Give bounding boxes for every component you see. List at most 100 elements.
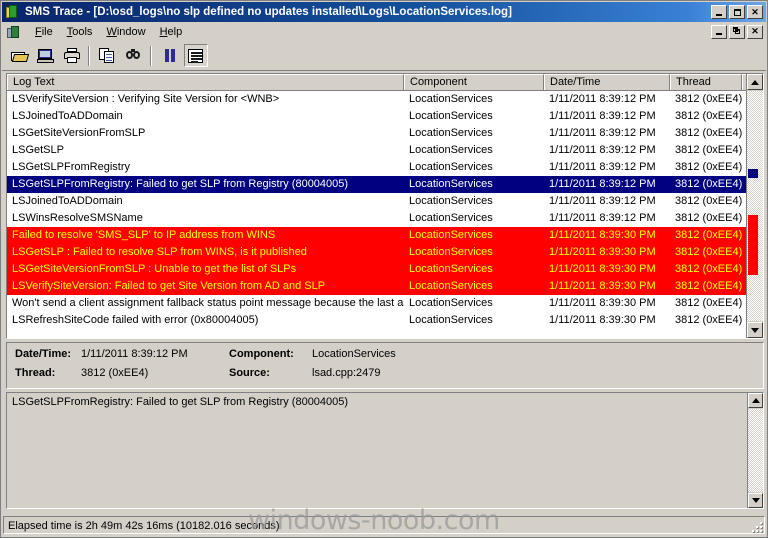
cell-log-text: LSGetSiteVersionFromSLP : Unable to get … (12, 263, 297, 275)
cell-datetime: 1/11/2011 8:39:30 PM (549, 263, 656, 275)
cell-component: LocationServices (409, 212, 493, 224)
detail-panel: Date/Time: 1/11/2011 8:39:12 PM Componen… (6, 342, 764, 389)
cell-thread: 3812 (0xEE4) (675, 246, 742, 258)
binoculars-icon (125, 48, 143, 64)
log-list-scrollbar[interactable] (746, 74, 763, 338)
menu-item-file-label: ile (41, 25, 53, 38)
mdi-minimize-button[interactable] (711, 24, 727, 39)
cell-log-text: Failed to resolve 'SMS_SLP' to IP addres… (12, 229, 276, 241)
toolbar (2, 41, 766, 71)
cell-log-text: LSJoinedToADDomain (12, 110, 123, 122)
message-text: LSGetSLPFromRegistry: Failed to get SLP … (12, 396, 349, 408)
cell-log-text: LSGetSLP : Failed to resolve SLP from WI… (12, 246, 307, 258)
mdi-restore-button[interactable] (729, 24, 745, 39)
menu-item-tools-label: ools (72, 25, 93, 38)
menu-item-window[interactable]: Window (99, 24, 152, 40)
save-disk-icon (37, 48, 55, 64)
table-row[interactable]: LSJoinedToADDomain LocationServices 1/11/2… (7, 108, 763, 125)
message-scroll-up-button[interactable] (748, 393, 763, 408)
cell-thread: 3812 (0xEE4) (675, 110, 742, 122)
table-row[interactable]: LSGetSLPFromRegistry: Failed to get SLP … (7, 176, 763, 193)
find-button[interactable] (122, 44, 146, 67)
status-text: Elapsed time is 2h 49m 42s 16ms (10182.0… (3, 516, 765, 534)
message-scroll-down-button[interactable] (748, 493, 763, 508)
cell-component: LocationServices (409, 161, 493, 173)
table-row[interactable]: Failed to resolve 'SMS_SLP' to IP addres… (7, 227, 763, 244)
mdi-close-button[interactable]: ✕ (747, 24, 763, 39)
cell-log-text: LSRefreshSiteCode failed with error (0x8… (12, 314, 259, 326)
detail-thread-value: 3812 (0xEE4) (81, 367, 149, 379)
scroll-marker-selected (748, 169, 758, 178)
status-bar: Elapsed time is 2h 49m 42s 16ms (10182.0… (3, 515, 765, 535)
open-folder-icon (11, 48, 30, 64)
column-header-component[interactable]: Component (404, 74, 544, 90)
column-header-datetime[interactable]: Date/Time (544, 74, 670, 90)
close-button[interactable]: ✕ (747, 5, 763, 19)
cell-log-text: LSGetSLP (12, 144, 64, 156)
cell-thread: 3812 (0xEE4) (675, 263, 742, 275)
menu-item-help[interactable]: Help (153, 24, 190, 40)
toolbar-separator-1 (88, 45, 90, 66)
cell-component: LocationServices (409, 127, 493, 139)
print-button[interactable] (60, 44, 84, 67)
cell-component: LocationServices (409, 297, 493, 309)
window-title: SMS Trace - [D:\osd_logs\no slp defined … (25, 6, 512, 18)
maximize-button[interactable] (729, 5, 745, 19)
resize-grip[interactable] (749, 519, 763, 533)
pause-button[interactable] (158, 44, 182, 67)
cell-log-text: LSJoinedToADDomain (12, 195, 123, 207)
document-icon (6, 24, 22, 40)
cell-thread: 3812 (0xEE4) (675, 314, 742, 326)
scroll-down-button[interactable] (747, 322, 763, 338)
cell-component: LocationServices (409, 280, 493, 292)
message-scrollbar[interactable] (747, 393, 763, 508)
cell-thread: 3812 (0xEE4) (675, 280, 742, 292)
column-header-log-text[interactable]: Log Text (7, 74, 404, 90)
cell-log-text: LSGetSLPFromRegistry (12, 161, 130, 173)
scrollbar-track[interactable] (747, 91, 763, 321)
minimize-button[interactable] (711, 5, 727, 19)
flat-view-button[interactable] (184, 44, 208, 67)
menu-item-tools[interactable]: Tools (60, 24, 100, 40)
cell-thread: 3812 (0xEE4) (675, 144, 742, 156)
table-row[interactable]: LSGetSiteVersionFromSLP LocationServices 1… (7, 125, 763, 142)
cell-datetime: 1/11/2011 8:39:12 PM (549, 127, 656, 139)
sms-trace-icon (5, 4, 21, 20)
message-textarea[interactable]: LSGetSLPFromRegistry: Failed to get SLP … (6, 392, 764, 509)
cell-component: LocationServices (409, 314, 493, 326)
cell-thread: 3812 (0xEE4) (675, 297, 742, 309)
log-list[interactable]: Log Text Component Date/Time Thread LSVe… (6, 73, 764, 339)
table-row[interactable]: LSVerifySiteVersion: Failed to get Site … (7, 278, 763, 295)
table-row[interactable]: LSJoinedToADDomain LocationServices 1/11/2… (7, 193, 763, 210)
detail-thread-label: Thread: (15, 367, 56, 379)
menu-item-help-label: elp (167, 25, 183, 38)
sms-trace-window: SMS Trace - [D:\osd_logs\no slp defined … (0, 0, 768, 538)
cell-datetime: 1/11/2011 8:39:30 PM (549, 229, 656, 241)
scroll-up-button[interactable] (747, 74, 763, 90)
message-scrollbar-track[interactable] (748, 409, 763, 492)
copy-button[interactable] (96, 44, 120, 67)
table-row[interactable]: LSVerifySiteVersion : Verifying Site Ver… (7, 91, 763, 108)
table-row[interactable]: LSWinsResolveSMSName LocationServices 1/11… (7, 210, 763, 227)
printer-icon (63, 47, 81, 64)
detail-source-value: lsad.cpp:2479 (312, 367, 381, 379)
column-header-thread[interactable]: Thread (670, 74, 742, 90)
detail-datetime-value: 1/11/2011 8:39:12 PM (81, 348, 188, 360)
cell-log-text: LSGetSLPFromRegistry: Failed to get SLP … (12, 178, 349, 190)
menu-item-file[interactable]: File (28, 24, 60, 40)
table-row[interactable]: LSGetSLPFromRegistry LocationServices 1/11… (7, 159, 763, 176)
table-row[interactable]: LSGetSLP LocationServices 1/11/2011 8:39:1… (7, 142, 763, 159)
table-row[interactable]: LSGetSLP : Failed to resolve SLP from WI… (7, 244, 763, 261)
table-row[interactable]: Won't send a client assignment fallback … (7, 295, 763, 312)
cell-datetime: 1/11/2011 8:39:12 PM (549, 93, 656, 105)
save-button[interactable] (34, 44, 58, 67)
cell-log-text: LSWinsResolveSMSName (12, 212, 143, 224)
cell-log-text: LSGetSiteVersionFromSLP (12, 127, 146, 139)
cell-component: LocationServices (409, 110, 493, 122)
table-row[interactable]: LSRefreshSiteCode failed with error (0x8… (7, 312, 763, 329)
mdi-window-controls: ✕ (711, 24, 763, 39)
cell-datetime: 1/11/2011 8:39:30 PM (549, 297, 656, 309)
cell-datetime: 1/11/2011 8:39:12 PM (549, 195, 656, 207)
open-file-button[interactable] (8, 44, 32, 67)
table-row[interactable]: LSGetSiteVersionFromSLP : Unable to get … (7, 261, 763, 278)
